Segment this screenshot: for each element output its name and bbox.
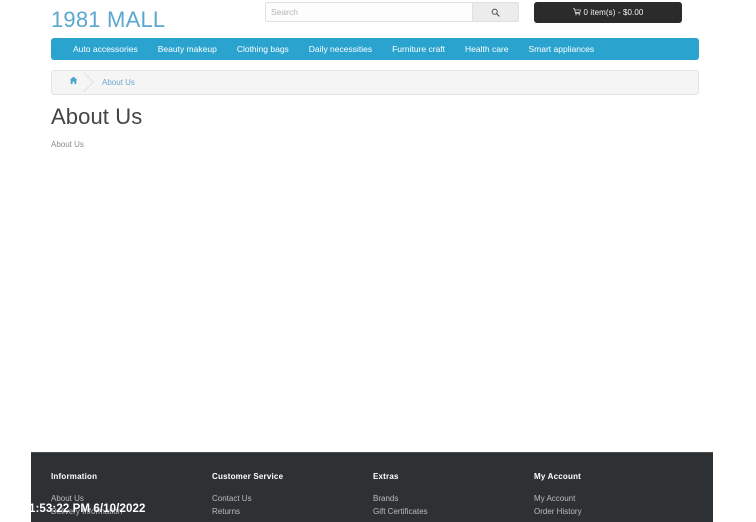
main-content: About Us About Us xyxy=(51,104,699,151)
search-input[interactable] xyxy=(265,2,472,22)
footer-link-order-history[interactable]: Order History xyxy=(534,505,695,518)
nav-item-clothing-bags[interactable]: Clothing bags xyxy=(227,38,299,60)
nav-item-beauty-makeup[interactable]: Beauty makeup xyxy=(148,38,227,60)
footer-column-my-account: My Account My Account Order History xyxy=(534,472,695,518)
shopping-cart-icon xyxy=(572,7,581,18)
footer-column-title: Extras xyxy=(373,472,399,481)
footer-link-returns[interactable]: Returns xyxy=(212,505,373,518)
cart-total-label: 0 item(s) - $0.00 xyxy=(583,8,644,17)
footer-column-title: My Account xyxy=(534,472,582,481)
page-title: About Us xyxy=(51,104,143,129)
site-header: 1981 MALL 0 it xyxy=(31,0,713,38)
footer-link-brands[interactable]: Brands xyxy=(373,492,534,505)
nav-item-smart-appliances[interactable]: Smart appliances xyxy=(518,38,604,60)
footer-link-contact-us[interactable]: Contact Us xyxy=(212,492,373,505)
breadcrumb: About Us xyxy=(51,70,699,95)
search-button[interactable] xyxy=(472,2,519,22)
site-logo[interactable]: 1981 MALL xyxy=(51,8,165,32)
nav-item-health-care[interactable]: Health care xyxy=(455,38,518,60)
footer-column-customer-service: Customer Service Contact Us Returns xyxy=(212,472,373,518)
search-bar xyxy=(265,2,519,22)
nav-item-daily-necessities[interactable]: Daily necessities xyxy=(299,38,382,60)
left-gutter xyxy=(0,0,29,521)
cart-button[interactable]: 0 item(s) - $0.00 xyxy=(534,2,682,23)
footer-column-title: Customer Service xyxy=(212,472,284,481)
footer-link-my-account[interactable]: My Account xyxy=(534,492,695,505)
timestamp-overlay: 1:53:22 PM 6/10/2022 xyxy=(29,503,146,515)
home-icon xyxy=(69,76,78,87)
footer-column-title: Information xyxy=(51,472,98,481)
search-icon xyxy=(491,8,500,17)
breadcrumb-home[interactable] xyxy=(57,71,90,94)
page-body-text: About Us xyxy=(51,140,84,149)
footer-link-gift-certificates[interactable]: Gift Certificates xyxy=(373,505,534,518)
page-container: 1981 MALL 0 it xyxy=(31,0,713,522)
breadcrumb-item-about-us[interactable]: About Us xyxy=(90,71,147,94)
footer-column-extras: Extras Brands Gift Certificates xyxy=(373,472,534,518)
nav-item-auto-accessories[interactable]: Auto accessories xyxy=(63,38,148,60)
nav-item-furniture-craft[interactable]: Furniture craft xyxy=(382,38,455,60)
main-navigation: Auto accessories Beauty makeup Clothing … xyxy=(51,38,699,60)
